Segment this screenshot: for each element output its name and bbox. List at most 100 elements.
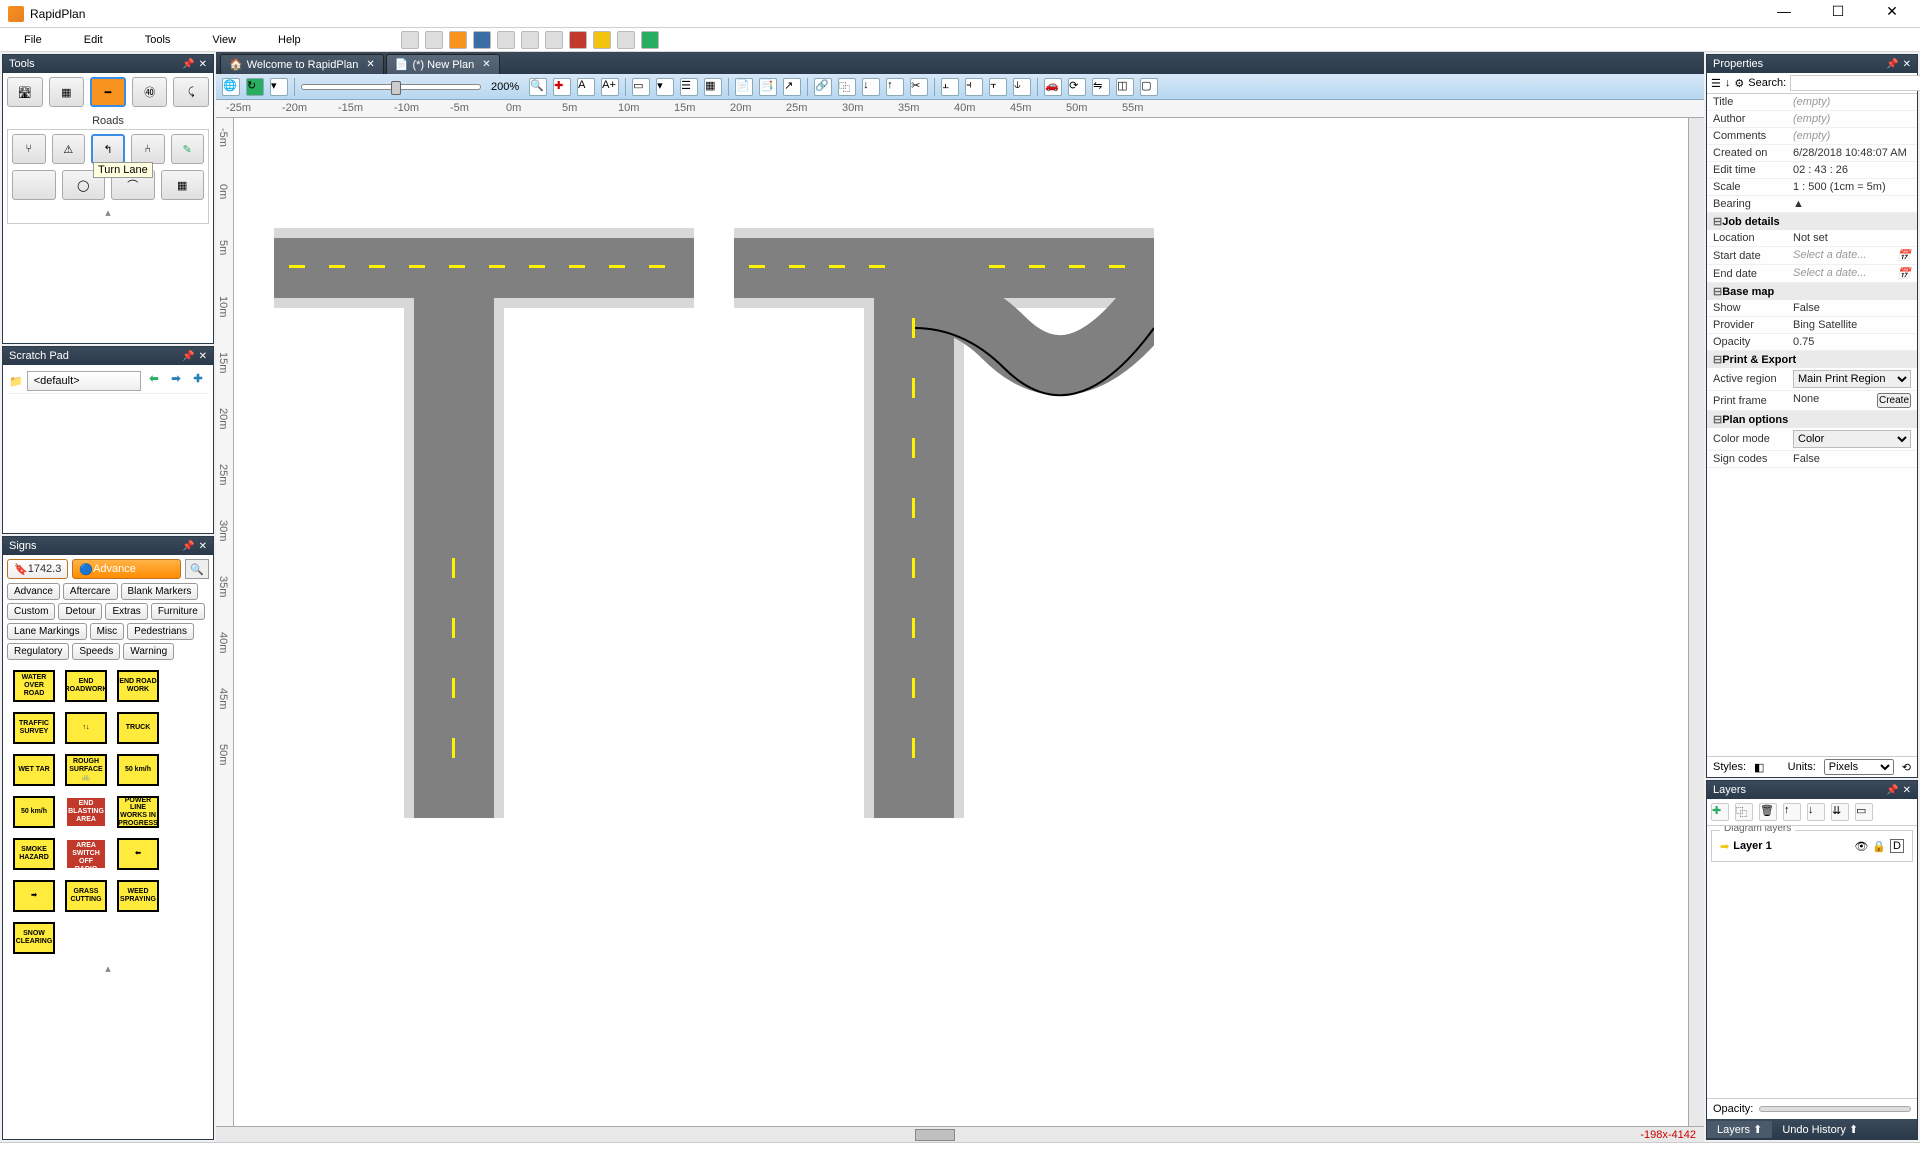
- properties-search-input[interactable]: [1790, 75, 1920, 91]
- ctb-pageout-icon[interactable]: ↗: [783, 78, 801, 96]
- sign-item[interactable]: ↑↓: [65, 712, 107, 744]
- menu-edit[interactable]: Edit: [66, 32, 121, 48]
- ctb-zoomin-icon[interactable]: 🔍: [529, 78, 547, 96]
- sign-category[interactable]: Advance: [7, 583, 60, 600]
- sign-category[interactable]: Pedestrians: [127, 623, 194, 640]
- property-value[interactable]: 0.75: [1793, 336, 1911, 348]
- property-value[interactable]: 02 : 43 : 26: [1793, 164, 1911, 176]
- property-value[interactable]: NoneCreate: [1793, 393, 1911, 408]
- sign-item[interactable]: GRASS CUTTING: [65, 880, 107, 912]
- sign-item[interactable]: 50 km/h: [117, 754, 159, 786]
- pin-icon[interactable]: 📌: [182, 541, 194, 552]
- styles-swatch-icon[interactable]: ◧: [1754, 761, 1764, 774]
- tool-turn-lane[interactable]: ↰ Turn Lane: [91, 134, 125, 164]
- ctb-textplus-icon[interactable]: A+: [601, 78, 619, 96]
- window-minimize[interactable]: —: [1764, 3, 1804, 25]
- sign-category[interactable]: Blank Markers: [121, 583, 199, 600]
- property-value[interactable]: Color: [1793, 430, 1911, 448]
- sign-item[interactable]: POWER LINE WORKS IN PROGRESS: [117, 796, 159, 828]
- layer-up-icon[interactable]: ↑: [1783, 803, 1801, 821]
- tool-road-curve[interactable]: 🛣: [7, 77, 43, 107]
- property-value[interactable]: False: [1793, 302, 1911, 314]
- tb-delete-icon[interactable]: [569, 31, 587, 49]
- property-value[interactable]: ▲: [1793, 198, 1911, 210]
- ctb-cut-icon[interactable]: ✂: [910, 78, 928, 96]
- layer-dup-icon[interactable]: ⿻: [1735, 803, 1753, 821]
- sign-item[interactable]: ⬅: [117, 838, 159, 870]
- pin-icon[interactable]: 📌: [1886, 59, 1898, 70]
- ctb-rotate-icon[interactable]: ⟳: [1068, 78, 1086, 96]
- tb-save-icon[interactable]: [473, 31, 491, 49]
- property-value[interactable]: Not set: [1793, 232, 1911, 244]
- property-value[interactable]: Select a date... 📅: [1793, 249, 1911, 262]
- property-value[interactable]: Select a date... 📅: [1793, 267, 1911, 280]
- ctb-link-icon[interactable]: 🔗: [814, 78, 832, 96]
- tab-close-icon[interactable]: ✕: [482, 59, 490, 70]
- ctb-group-icon[interactable]: ⿻: [838, 78, 856, 96]
- tb-pagesetup-icon[interactable]: [521, 31, 539, 49]
- scratchpad-fwd[interactable]: ➡: [167, 372, 185, 390]
- tool-blank[interactable]: [12, 170, 56, 200]
- scratchpad-add[interactable]: ✚: [189, 372, 207, 390]
- sign-item[interactable]: END ROADWORK: [65, 670, 107, 702]
- ctb-toggle-a-icon[interactable]: ▭: [632, 78, 650, 96]
- tool-road-speed[interactable]: ㊵: [132, 77, 168, 107]
- ctb-alignr-icon[interactable]: ⫟: [989, 78, 1007, 96]
- sort-icon[interactable]: ↓: [1725, 77, 1731, 89]
- ctb-pages-icon[interactable]: 📑: [759, 78, 777, 96]
- tb-undo-icon[interactable]: [593, 31, 611, 49]
- tool-road-arc[interactable]: ⤹: [173, 77, 209, 107]
- menu-tools[interactable]: Tools: [127, 32, 189, 48]
- signs-category-dropdown[interactable]: 🔵 Advance: [72, 559, 181, 579]
- menu-view[interactable]: View: [194, 32, 254, 48]
- menu-file[interactable]: File: [6, 32, 60, 48]
- layer-del-icon[interactable]: 🗑: [1759, 803, 1777, 821]
- tb-new-icon[interactable]: [401, 31, 419, 49]
- ctb-globe-icon[interactable]: 🌐: [222, 78, 240, 96]
- tb-print-icon[interactable]: [497, 31, 515, 49]
- property-value[interactable]: (empty): [1793, 130, 1911, 142]
- property-value[interactable]: 6/28/2018 10:48:07 AM: [1793, 147, 1911, 159]
- ctb-back-icon[interactable]: ↓: [862, 78, 880, 96]
- tab-new-plan[interactable]: 📄 (*) New Plan✕: [386, 54, 500, 74]
- ctb-crop-icon[interactable]: ◫: [1116, 78, 1134, 96]
- sign-category[interactable]: Regulatory: [7, 643, 69, 660]
- pin-icon[interactable]: 📌: [182, 351, 194, 362]
- canvas[interactable]: [234, 118, 1688, 1126]
- scrollbar-vertical[interactable]: [1688, 118, 1704, 1126]
- scratchpad-back[interactable]: ⬅: [145, 372, 163, 390]
- tool-lane-split[interactable]: ⑂: [12, 134, 46, 164]
- layer-add-icon[interactable]: ✚: [1711, 803, 1729, 821]
- layer-merge-icon[interactable]: ⇊: [1831, 803, 1849, 821]
- tool-lane-warn[interactable]: ⚠: [52, 134, 86, 164]
- sign-item[interactable]: TRUCK: [117, 712, 159, 744]
- section-print[interactable]: Print & Export: [1707, 351, 1917, 368]
- sign-item[interactable]: WET TAR: [13, 754, 55, 786]
- tab-close-icon[interactable]: ✕: [366, 59, 374, 70]
- sign-item[interactable]: TRAFFIC SURVEY: [13, 712, 55, 744]
- layer-item[interactable]: ➡ Layer 1 👁 🔒 D: [1718, 837, 1906, 855]
- units-select[interactable]: Pixels: [1824, 759, 1894, 775]
- layer-visible-icon[interactable]: 👁: [1854, 840, 1868, 853]
- sign-category[interactable]: Aftercare: [63, 583, 118, 600]
- ctb-text-icon[interactable]: A: [577, 78, 595, 96]
- tool-pencil[interactable]: ✎: [171, 134, 205, 164]
- pin-icon[interactable]: 📌: [1886, 785, 1898, 796]
- ctb-dropdown-icon[interactable]: ▾: [270, 78, 288, 96]
- sign-category[interactable]: Extras: [105, 603, 147, 620]
- opacity-slider[interactable]: [1759, 1106, 1911, 1112]
- property-value[interactable]: Bing Satellite: [1793, 319, 1911, 331]
- section-job-details[interactable]: Job details: [1707, 213, 1917, 230]
- ctb-blank-icon[interactable]: ▢: [1140, 78, 1158, 96]
- window-close[interactable]: ✕: [1872, 3, 1912, 25]
- window-maximize[interactable]: ☐: [1818, 3, 1858, 25]
- sign-item[interactable]: SMOKE HAZARD: [13, 838, 55, 870]
- sign-item[interactable]: SNOW CLEARING: [13, 922, 55, 954]
- layer-down-icon[interactable]: ↓: [1807, 803, 1825, 821]
- tool-road-grid[interactable]: ▦: [49, 77, 85, 107]
- close-icon[interactable]: ✕: [1903, 785, 1911, 796]
- section-plan[interactable]: Plan options: [1707, 411, 1917, 428]
- sign-category[interactable]: Speeds: [72, 643, 120, 660]
- sign-item[interactable]: BLASTING AREA SWITCH OFF RADIO: [65, 838, 107, 870]
- tool-lane-merge[interactable]: ⑃: [131, 134, 165, 164]
